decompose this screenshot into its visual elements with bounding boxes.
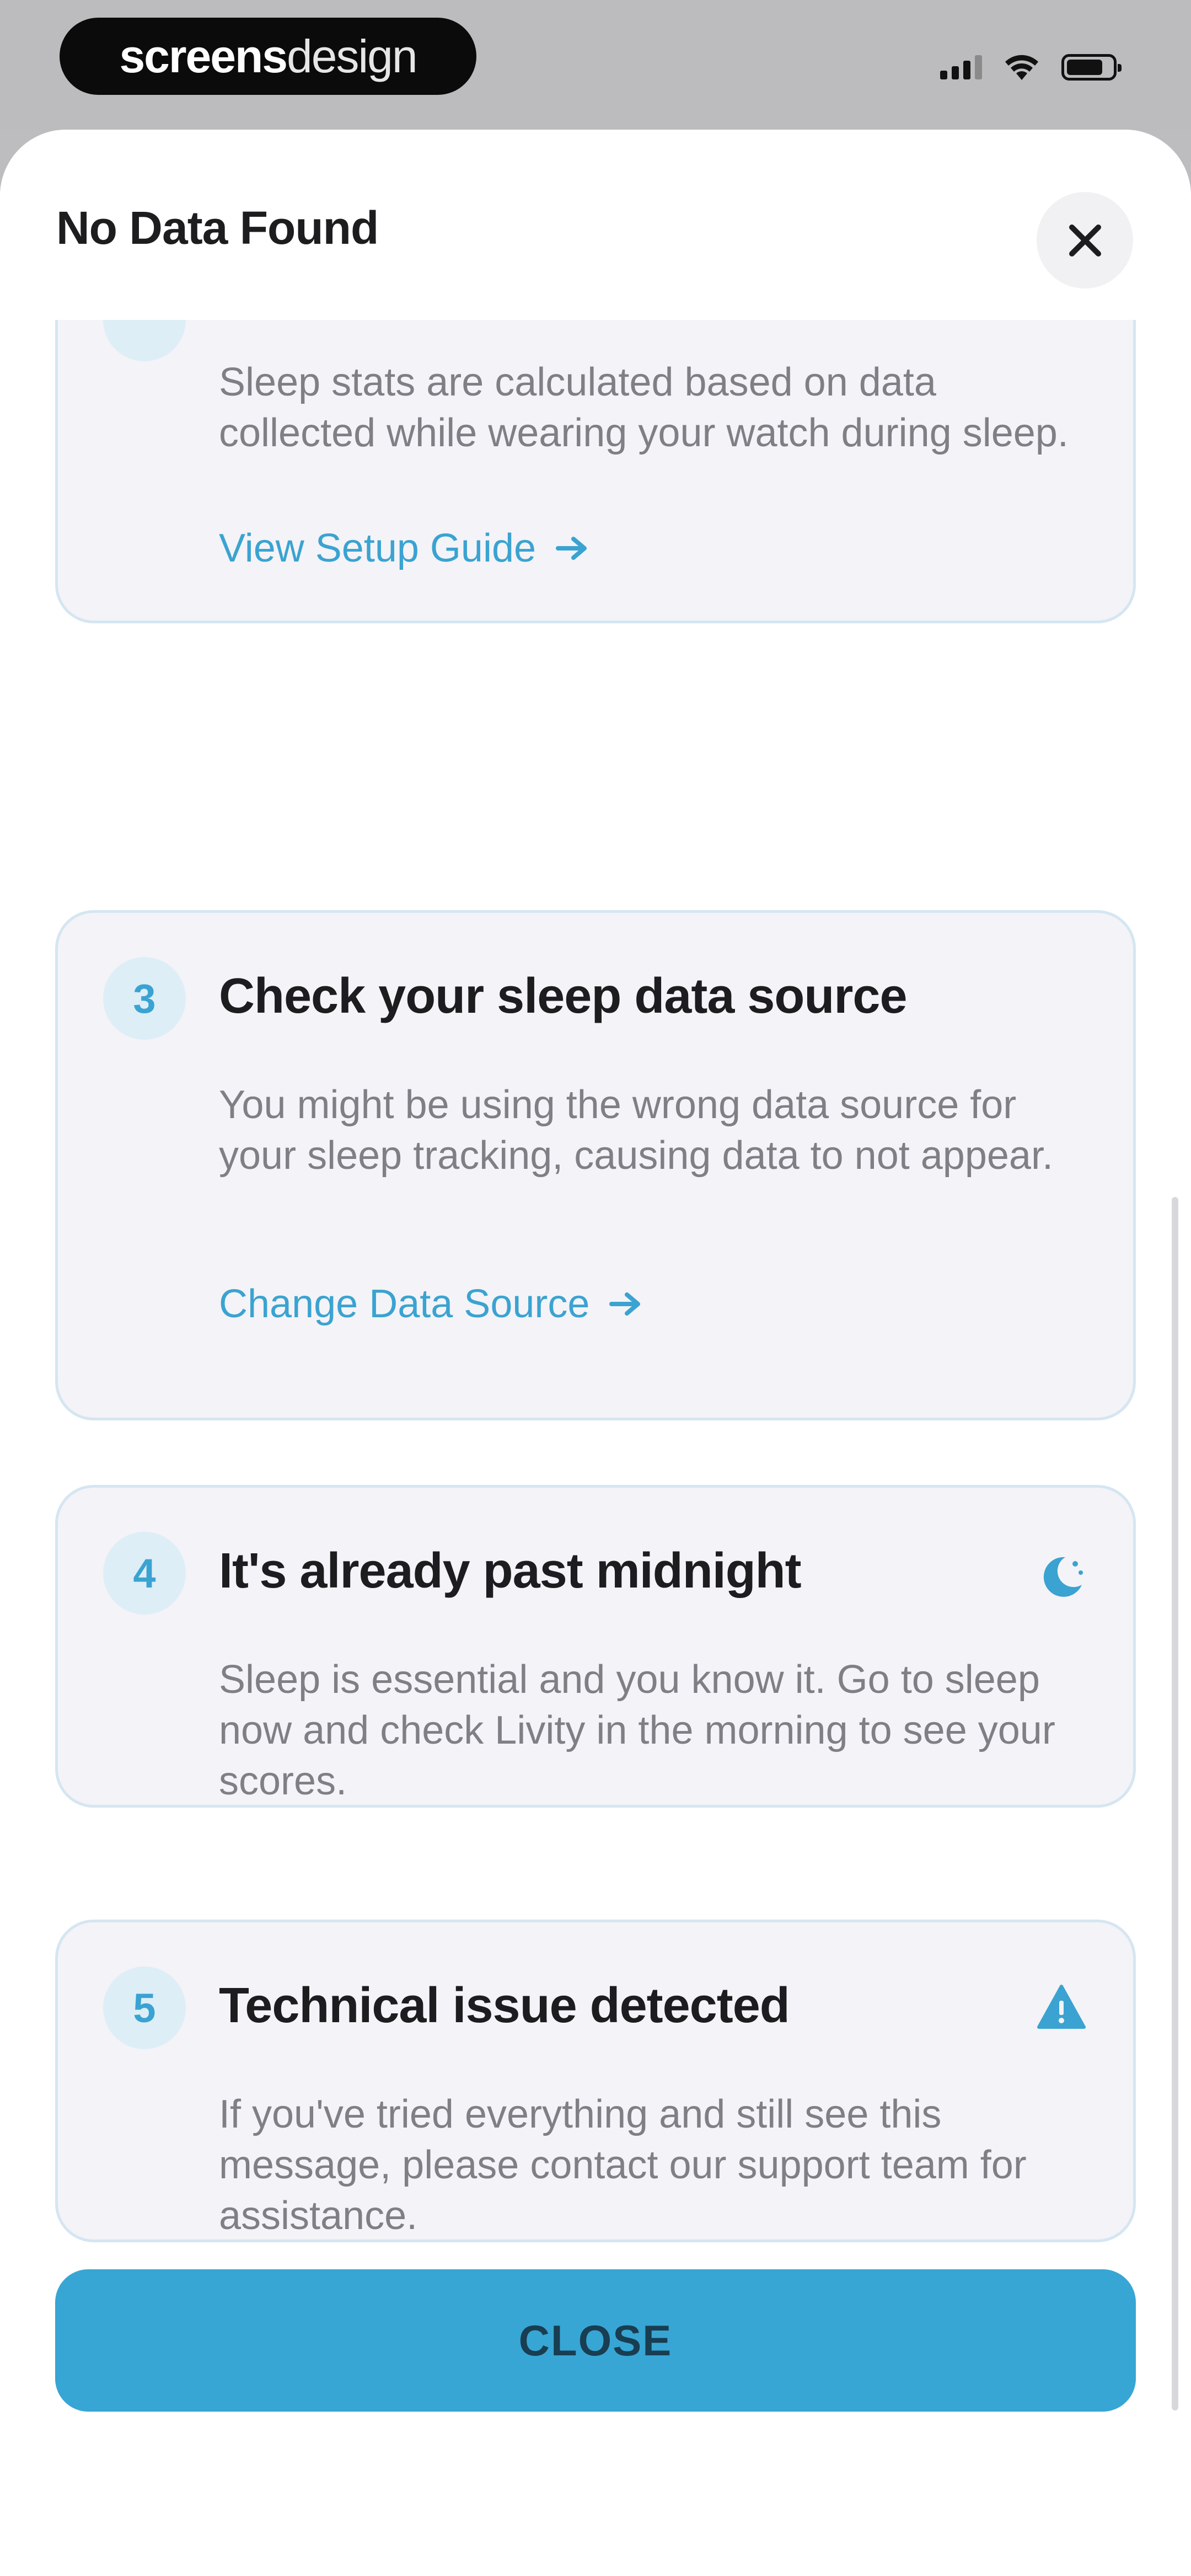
troubleshoot-card-2: Sleep stats are calculated based on data… <box>55 320 1136 623</box>
troubleshoot-card-4: 4 It's already past midnight Sleep is es… <box>55 1485 1136 1808</box>
close-button[interactable]: CLOSE <box>55 2269 1136 2412</box>
sheet-header: No Data Found <box>0 130 1191 320</box>
card-description: If you've tried everything and still see… <box>219 2092 1027 2238</box>
troubleshoot-card-5: 5 Technical issue detected If you've tri… <box>55 1920 1136 2242</box>
arrow-right-icon <box>609 1292 641 1316</box>
battery-icon <box>1061 54 1122 81</box>
card-link-label: Change Data Source <box>219 1282 590 1326</box>
change-data-source-link[interactable]: Change Data Source <box>219 1281 642 1327</box>
status-icons <box>940 51 1122 84</box>
brand-logo-part1: screens <box>119 30 288 82</box>
card-description: Sleep is essential and you know it. Go t… <box>219 1658 1055 1803</box>
card-description: Sleep stats are calculated based on data… <box>219 360 1069 455</box>
card-link-label: View Setup Guide <box>219 526 537 570</box>
status-bar: screens design <box>0 0 1191 130</box>
arrow-right-icon <box>556 537 587 560</box>
card-title: Technical issue detected <box>219 1978 790 2033</box>
signal-icon <box>940 55 982 79</box>
card-number: 4 <box>133 1550 156 1596</box>
card-number: 3 <box>133 975 156 1022</box>
bottom-sheet: No Data Found Sleep stats are calculated… <box>0 130 1191 2576</box>
wifi-icon <box>1005 55 1038 80</box>
card-number-badge: 3 <box>103 957 186 1040</box>
close-icon <box>1069 224 1101 256</box>
brand-logo-part2: design <box>287 30 418 82</box>
card-title: It's already past midnight <box>219 1543 802 1599</box>
card-number-badge <box>103 320 186 361</box>
card-description: You might be using the wrong data source… <box>219 1083 1053 1178</box>
card-number-badge: 4 <box>103 1532 186 1615</box>
card-title: Check your sleep data source <box>219 969 908 1024</box>
card-number: 5 <box>133 1985 156 2031</box>
troubleshoot-list[interactable]: Sleep stats are calculated based on data… <box>0 320 1191 2306</box>
troubleshoot-card-3: 3 Check your sleep data source You might… <box>55 910 1136 1420</box>
scrollbar[interactable] <box>1172 1197 1178 2411</box>
view-setup-guide-link[interactable]: View Setup Guide <box>219 526 589 571</box>
moon-icon <box>1043 1557 1083 1597</box>
brand-logo: screens design <box>60 18 476 95</box>
sheet-title: No Data Found <box>56 202 379 254</box>
card-number-badge: 5 <box>103 1966 186 2049</box>
warning-icon <box>1037 1985 1086 2029</box>
close-x-button[interactable] <box>1037 192 1133 288</box>
